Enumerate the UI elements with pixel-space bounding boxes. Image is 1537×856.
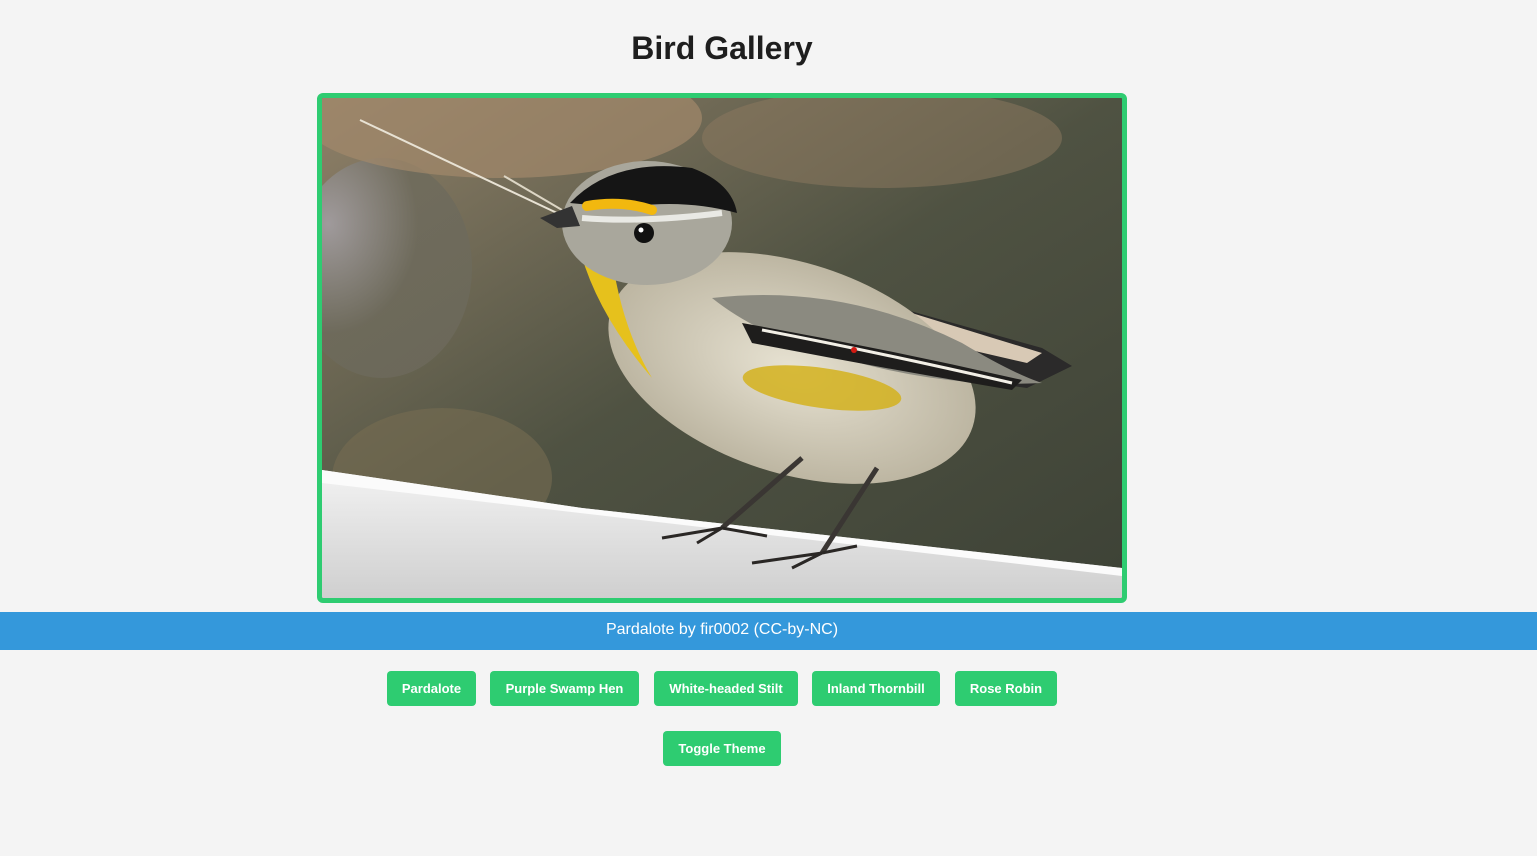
bird-photo: [317, 93, 1127, 603]
bird-button-rose-robin[interactable]: Rose Robin: [955, 671, 1057, 706]
bird-button-inland-thornbill[interactable]: Inland Thornbill: [812, 671, 940, 706]
caption-bar: Pardalote by fir0002 (CC-by-NC): [0, 612, 1537, 650]
photo-caption: Pardalote by fir0002 (CC-by-NC): [605, 621, 839, 638]
bird-button-pardalote[interactable]: Pardalote: [387, 671, 476, 706]
page-title: Bird Gallery: [631, 30, 813, 66]
bird-button-purple-swamp-hen[interactable]: Purple Swamp Hen: [490, 671, 639, 706]
bird-button-white-headed-stilt[interactable]: White-headed Stilt: [654, 671, 798, 706]
pardalote-image: [322, 98, 1122, 598]
toggle-theme-button[interactable]: Toggle Theme: [663, 731, 781, 766]
